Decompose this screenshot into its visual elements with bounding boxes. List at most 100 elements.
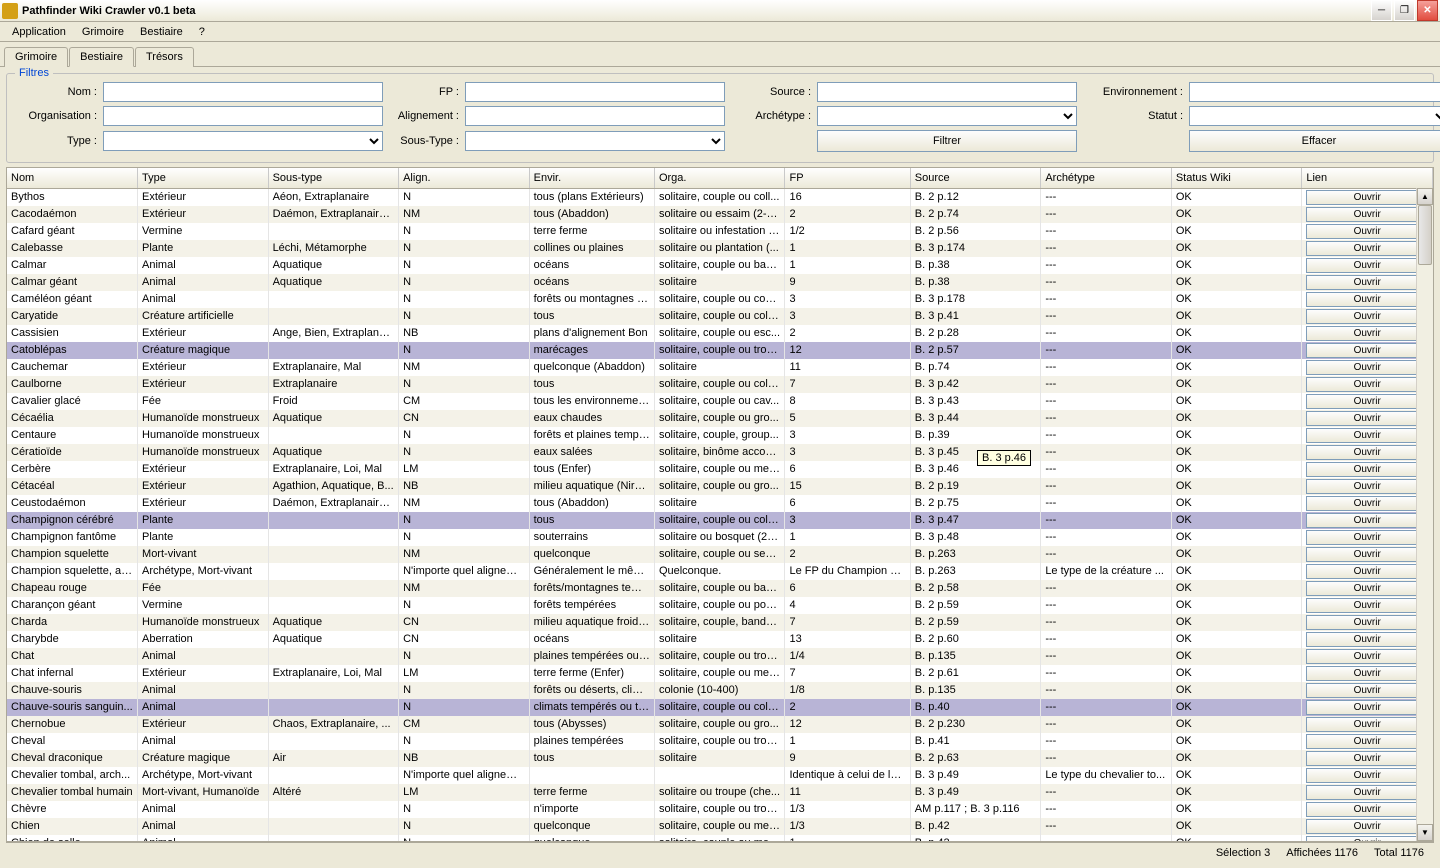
table-row[interactable]: ChernobueExtérieurChaos, Extraplanaire, … xyxy=(7,716,1433,733)
table-row[interactable]: CentaureHumanoïde monstrueuxNforêts et p… xyxy=(7,427,1433,444)
select-soustype[interactable] xyxy=(465,131,725,151)
menu-application[interactable]: Application xyxy=(4,24,74,40)
table-row[interactable]: Chevalier tombal humainMort-vivant, Huma… xyxy=(7,784,1433,801)
effacer-button[interactable]: Effacer xyxy=(1189,130,1440,152)
ouvrir-button[interactable]: Ouvrir xyxy=(1306,343,1428,358)
tab-tresors[interactable]: Trésors xyxy=(135,47,194,67)
ouvrir-button[interactable]: Ouvrir xyxy=(1306,445,1428,460)
ouvrir-button[interactable]: Ouvrir xyxy=(1306,666,1428,681)
table-row[interactable]: ChardaHumanoïde monstrueuxAquatiqueCNmil… xyxy=(7,614,1433,631)
ouvrir-button[interactable]: Ouvrir xyxy=(1306,530,1428,545)
table-row[interactable]: Chien de selleAnimalNquelconquesolitaire… xyxy=(7,835,1433,843)
table-row[interactable]: Calmar géantAnimalAquatiqueNocéanssolita… xyxy=(7,274,1433,291)
table-row[interactable]: CerbèreExtérieurExtraplanaire, Loi, MalL… xyxy=(7,461,1433,478)
table-row[interactable]: Chauve-souris sanguin...AnimalNclimats t… xyxy=(7,699,1433,716)
ouvrir-button[interactable]: Ouvrir xyxy=(1306,836,1428,843)
table-row[interactable]: CécaéliaHumanoïde monstrueuxAquatiqueCNe… xyxy=(7,410,1433,427)
ouvrir-button[interactable]: Ouvrir xyxy=(1306,717,1428,732)
ouvrir-button[interactable]: Ouvrir xyxy=(1306,615,1428,630)
table-row[interactable]: Chat infernalExtérieurExtraplanaire, Loi… xyxy=(7,665,1433,682)
ouvrir-button[interactable]: Ouvrir xyxy=(1306,513,1428,528)
ouvrir-button[interactable]: Ouvrir xyxy=(1306,207,1428,222)
ouvrir-button[interactable]: Ouvrir xyxy=(1306,700,1428,715)
table-row[interactable]: Cafard géantVermineNterre fermesolitaire… xyxy=(7,223,1433,240)
ouvrir-button[interactable]: Ouvrir xyxy=(1306,802,1428,817)
ouvrir-button[interactable]: Ouvrir xyxy=(1306,768,1428,783)
ouvrir-button[interactable]: Ouvrir xyxy=(1306,632,1428,647)
ouvrir-button[interactable]: Ouvrir xyxy=(1306,819,1428,834)
column-header[interactable]: Archétype xyxy=(1041,168,1172,188)
ouvrir-button[interactable]: Ouvrir xyxy=(1306,785,1428,800)
scroll-up-icon[interactable]: ▲ xyxy=(1417,188,1433,205)
menu-bestiaire[interactable]: Bestiaire xyxy=(132,24,191,40)
ouvrir-button[interactable]: Ouvrir xyxy=(1306,224,1428,239)
table-row[interactable]: Caméléon géantAnimalNforêts ou montagnes… xyxy=(7,291,1433,308)
column-header[interactable]: Type xyxy=(138,168,269,188)
ouvrir-button[interactable]: Ouvrir xyxy=(1306,751,1428,766)
ouvrir-button[interactable]: Ouvrir xyxy=(1306,190,1428,205)
table-row[interactable]: ChevalAnimalNplaines tempéréessolitaire,… xyxy=(7,733,1433,750)
tab-bestiaire[interactable]: Bestiaire xyxy=(69,47,134,67)
table-row[interactable]: CauchemarExtérieurExtraplanaire, MalNMqu… xyxy=(7,359,1433,376)
ouvrir-button[interactable]: Ouvrir xyxy=(1306,462,1428,477)
tab-grimoire[interactable]: Grimoire xyxy=(4,47,68,67)
ouvrir-button[interactable]: Ouvrir xyxy=(1306,360,1428,375)
column-header[interactable]: Lien xyxy=(1302,168,1433,188)
ouvrir-button[interactable]: Ouvrir xyxy=(1306,411,1428,426)
table-row[interactable]: Chapeau rougeFéeNMforêts/montagnes temp.… xyxy=(7,580,1433,597)
table-row[interactable]: CacodaémonExtérieurDaémon, Extraplanaire… xyxy=(7,206,1433,223)
table-row[interactable]: Chevalier tombal, arch...Archétype, Mort… xyxy=(7,767,1433,784)
ouvrir-button[interactable]: Ouvrir xyxy=(1306,496,1428,511)
column-header[interactable]: Source xyxy=(910,168,1041,188)
maximize-button[interactable]: ❐ xyxy=(1394,0,1415,21)
minimize-button[interactable]: ─ xyxy=(1371,0,1392,21)
menu-grimoire[interactable]: Grimoire xyxy=(74,24,132,40)
filtrer-button[interactable]: Filtrer xyxy=(817,130,1077,152)
input-source[interactable] xyxy=(817,82,1077,102)
scroll-thumb[interactable] xyxy=(1418,205,1432,265)
ouvrir-button[interactable]: Ouvrir xyxy=(1306,564,1428,579)
ouvrir-button[interactable]: Ouvrir xyxy=(1306,241,1428,256)
input-env[interactable] xyxy=(1189,82,1440,102)
table-row[interactable]: Charançon géantVermineNforêts tempéréess… xyxy=(7,597,1433,614)
input-org[interactable] xyxy=(103,106,383,126)
table-row[interactable]: Champion squelette, ar...Archétype, Mort… xyxy=(7,563,1433,580)
table-row[interactable]: Cheval draconiqueCréature magiqueAirNBto… xyxy=(7,750,1433,767)
ouvrir-button[interactable]: Ouvrir xyxy=(1306,649,1428,664)
ouvrir-button[interactable]: Ouvrir xyxy=(1306,258,1428,273)
column-header[interactable]: FP xyxy=(785,168,910,188)
table-row[interactable]: CétacéalExtérieurAgathion, Aquatique, B.… xyxy=(7,478,1433,495)
ouvrir-button[interactable]: Ouvrir xyxy=(1306,309,1428,324)
ouvrir-button[interactable]: Ouvrir xyxy=(1306,598,1428,613)
table-row[interactable]: Cavalier glacéFéeFroidCMtous les environ… xyxy=(7,393,1433,410)
input-align[interactable] xyxy=(465,106,725,126)
column-header[interactable]: Envir. xyxy=(529,168,654,188)
select-type[interactable] xyxy=(103,131,383,151)
table-row[interactable]: CalmarAnimalAquatiqueNocéanssolitaire, c… xyxy=(7,257,1433,274)
input-nom[interactable] xyxy=(103,82,383,102)
table-row[interactable]: CalebassePlanteLéchi, MétamorpheNcolline… xyxy=(7,240,1433,257)
ouvrir-button[interactable]: Ouvrir xyxy=(1306,428,1428,443)
ouvrir-button[interactable]: Ouvrir xyxy=(1306,734,1428,749)
column-header[interactable]: Nom xyxy=(7,168,138,188)
table-row[interactable]: Chauve-sourisAnimalNforêts ou déserts, c… xyxy=(7,682,1433,699)
ouvrir-button[interactable]: Ouvrir xyxy=(1306,292,1428,307)
scroll-down-icon[interactable]: ▼ xyxy=(1417,824,1433,841)
ouvrir-button[interactable]: Ouvrir xyxy=(1306,377,1428,392)
table-row[interactable]: BythosExtérieurAéon, ExtraplanaireNtous … xyxy=(7,188,1433,206)
table-row[interactable]: CératioïdeHumanoïde monstrueuxAquatiqueN… xyxy=(7,444,1433,461)
input-fp[interactable] xyxy=(465,82,725,102)
column-header[interactable]: Orga. xyxy=(654,168,785,188)
ouvrir-button[interactable]: Ouvrir xyxy=(1306,683,1428,698)
table-row[interactable]: Champignon fantômePlanteNsouterrainssoli… xyxy=(7,529,1433,546)
table-row[interactable]: CassisienExtérieurAnge, Bien, Extraplana… xyxy=(7,325,1433,342)
ouvrir-button[interactable]: Ouvrir xyxy=(1306,394,1428,409)
table-row[interactable]: Champion squeletteMort-vivantNMquelconqu… xyxy=(7,546,1433,563)
close-button[interactable]: ✕ xyxy=(1417,0,1438,21)
table-row[interactable]: ChèvreAnimalNn'importesolitaire, couple … xyxy=(7,801,1433,818)
table-row[interactable]: CharybdeAberrationAquatiqueCNocéanssolit… xyxy=(7,631,1433,648)
select-statut[interactable] xyxy=(1189,106,1440,126)
table-row[interactable]: CatoblépasCréature magiqueNmarécagessoli… xyxy=(7,342,1433,359)
select-arch[interactable] xyxy=(817,106,1077,126)
table-row[interactable]: CaryatideCréature artificielleNtoussolit… xyxy=(7,308,1433,325)
